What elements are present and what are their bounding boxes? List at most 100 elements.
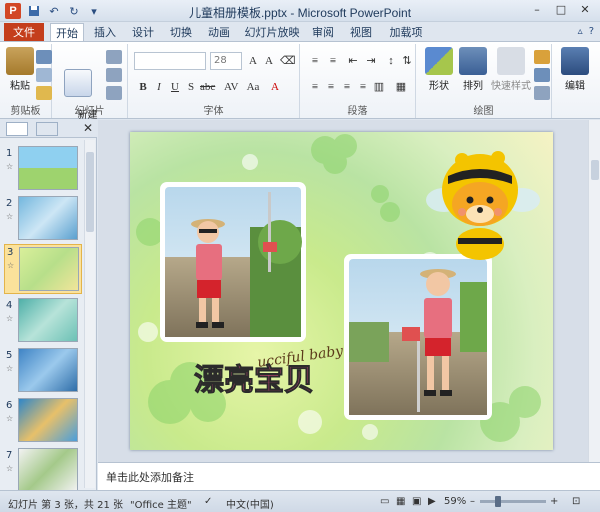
- format-painter-icon[interactable]: [36, 86, 52, 100]
- arrange-button[interactable]: 排列: [456, 47, 490, 92]
- window-controls: – □ ✕: [526, 2, 596, 18]
- photo-frame-2: [344, 254, 492, 420]
- zoom-level[interactable]: 59%: [444, 496, 466, 507]
- tab-slides-view[interactable]: [6, 122, 28, 136]
- tab-file[interactable]: 文件: [4, 23, 44, 42]
- shapes-button[interactable]: 形状: [422, 47, 456, 92]
- change-case-icon[interactable]: Aa: [246, 80, 260, 94]
- tab-insert[interactable]: 插入: [90, 23, 120, 42]
- group-slides: 新建 幻灯片 幻灯片: [52, 44, 128, 132]
- strikethrough-icon[interactable]: abc: [200, 80, 215, 94]
- reset-icon[interactable]: [106, 68, 122, 82]
- slide-thumbnail-6[interactable]: 6 ☆: [4, 398, 82, 446]
- columns-icon[interactable]: ▥: [372, 80, 386, 94]
- bold-icon[interactable]: B: [136, 80, 150, 94]
- binoculars-icon: [561, 47, 589, 75]
- tab-design[interactable]: 设计: [128, 23, 158, 42]
- bullets-icon[interactable]: ≡: [308, 54, 322, 68]
- shape-effects-icon[interactable]: [534, 86, 550, 100]
- editor-scrollbar[interactable]: [588, 120, 600, 462]
- grow-font-icon[interactable]: A: [246, 54, 260, 68]
- tab-transitions[interactable]: 切换: [166, 23, 196, 42]
- layout-icon[interactable]: [106, 50, 122, 64]
- close-pane-icon[interactable]: ✕: [83, 121, 93, 135]
- language-status[interactable]: 中文(中国): [226, 496, 274, 511]
- line-spacing-icon[interactable]: ↕: [384, 54, 398, 68]
- slide-canvas[interactable]: ucciful baby 漂亮宝贝: [130, 132, 553, 450]
- slide-thumbnail-7[interactable]: 7 ☆: [4, 448, 82, 496]
- group-paragraph: ≡ ≡ ⇤ ⇥ ↕ ⇅ ≡ ≡ ≡ ≡ ▥ ▦ 段落: [300, 44, 416, 118]
- close-icon[interactable]: ✕: [574, 2, 596, 18]
- minimize-icon[interactable]: –: [526, 2, 548, 18]
- zoom-out-icon[interactable]: –: [470, 496, 475, 507]
- zoom-slider-handle[interactable]: [495, 496, 501, 507]
- theme-status[interactable]: "Office 主题": [130, 496, 192, 511]
- clear-format-icon[interactable]: ⌫: [280, 54, 296, 68]
- group-editing: 编辑: [552, 44, 598, 118]
- paste-icon: [6, 47, 34, 75]
- photo-frame-1: [160, 182, 306, 342]
- tab-animations[interactable]: 动画: [204, 23, 234, 42]
- copy-icon[interactable]: [36, 68, 52, 82]
- increase-indent-icon[interactable]: ⇥: [364, 54, 378, 68]
- zoom-slider[interactable]: [480, 500, 546, 503]
- justify-icon[interactable]: ≡: [356, 80, 370, 94]
- quick-styles-icon: [497, 47, 525, 75]
- slide-thumbnail-2[interactable]: 2 ☆: [4, 196, 82, 244]
- shape-outline-icon[interactable]: [534, 68, 550, 82]
- fit-to-window-icon[interactable]: ⊡: [572, 496, 580, 507]
- bee-bear-sticker: [426, 151, 540, 260]
- char-spacing-icon[interactable]: AV: [224, 80, 238, 94]
- tab-review[interactable]: 审阅: [308, 23, 338, 42]
- shapes-icon: [425, 47, 453, 75]
- font-color-icon[interactable]: A: [268, 80, 282, 94]
- slide-preview-image: [18, 196, 78, 240]
- slides-pane-scrollbar[interactable]: [84, 140, 95, 488]
- text-direction-icon[interactable]: ⇅: [400, 54, 414, 68]
- shape-fill-icon[interactable]: [534, 50, 550, 64]
- tab-slideshow[interactable]: 幻灯片放映: [244, 23, 300, 42]
- tab-addins[interactable]: 加载项: [386, 23, 426, 42]
- align-center-icon[interactable]: ≡: [324, 80, 338, 94]
- maximize-icon[interactable]: □: [550, 2, 572, 18]
- align-right-icon[interactable]: ≡: [340, 80, 354, 94]
- tab-view[interactable]: 视图: [346, 23, 376, 42]
- numbering-icon[interactable]: ≡: [326, 54, 340, 68]
- shadow-icon[interactable]: S: [184, 80, 198, 94]
- slide-thumbnail-1[interactable]: 1 ☆: [4, 146, 82, 194]
- italic-icon[interactable]: I: [152, 80, 166, 94]
- align-left-icon[interactable]: ≡: [308, 80, 322, 94]
- paste-button[interactable]: 粘贴: [6, 47, 34, 92]
- reading-view-icon[interactable]: ▣: [412, 496, 421, 507]
- decrease-indent-icon[interactable]: ⇤: [346, 54, 360, 68]
- shrink-font-icon[interactable]: A: [262, 54, 276, 68]
- tab-outline-view[interactable]: [36, 122, 58, 136]
- slide-title-art: ucciful baby 漂亮宝贝: [194, 343, 346, 399]
- slide-thumbnail-5[interactable]: 5 ☆: [4, 348, 82, 396]
- font-name-field[interactable]: [134, 52, 206, 70]
- cut-icon[interactable]: [36, 50, 52, 64]
- smartart-icon[interactable]: ▦: [394, 80, 408, 94]
- spellcheck-icon[interactable]: ✓: [204, 496, 212, 507]
- section-icon[interactable]: [106, 86, 122, 100]
- zoom-in-icon[interactable]: +: [550, 496, 558, 507]
- slide-sorter-icon[interactable]: ▦: [396, 496, 405, 507]
- paragraph-group-label: 段落: [347, 106, 368, 117]
- ribbon-tabs: 文件 开始 插入 设计 切换 动画 幻灯片放映 审阅 视图 加载项 ▵ ?: [0, 22, 600, 42]
- slide-preview-image: [18, 298, 78, 342]
- slide-thumbnail-3[interactable]: 3 ☆: [4, 244, 82, 294]
- slide-preview-image: [19, 247, 79, 291]
- quick-styles-button[interactable]: 快速样式: [490, 47, 532, 92]
- font-size-field[interactable]: 28: [210, 52, 242, 70]
- slideshow-icon[interactable]: ▶: [428, 496, 436, 507]
- normal-view-icon[interactable]: ▭: [380, 496, 389, 507]
- group-drawing: 形状 排列 快速样式 绘图: [416, 44, 552, 118]
- slide-thumbnail-4[interactable]: 4 ☆: [4, 298, 82, 346]
- edit-button[interactable]: 编辑: [558, 47, 592, 92]
- help-icon[interactable]: ?: [589, 26, 594, 37]
- underline-icon[interactable]: U: [168, 80, 182, 94]
- minimize-ribbon-icon[interactable]: ▵: [578, 26, 583, 37]
- title-bar: P ↶ ↻ ▾ 儿童相册模板.pptx - Microsoft PowerPoi…: [0, 0, 600, 22]
- tab-home[interactable]: 开始: [50, 23, 84, 42]
- notes-pane[interactable]: 单击此处添加备注: [98, 462, 600, 490]
